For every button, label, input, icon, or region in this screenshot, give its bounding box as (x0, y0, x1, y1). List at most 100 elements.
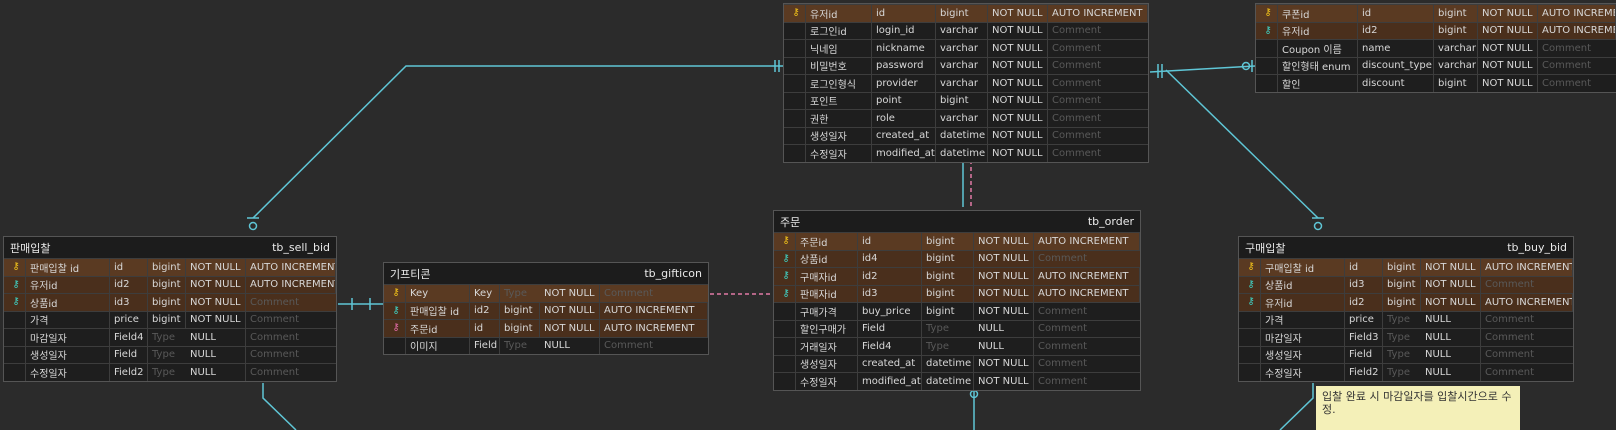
table-row[interactable]: ⚷ 판매입찰 id id bigint NOT NULL AUTO INCREMENT (4, 258, 336, 276)
table-row[interactable]: 생성일자 created_at datetime NOT NULL Comment (774, 354, 1140, 372)
table-user[interactable]: ⚷ 유저id id bigint NOT NULL AUTO INCREMENT 로그인id… (783, 3, 1149, 163)
null-cell: NOT NULL (974, 355, 1034, 372)
physical-name-cell: price (1345, 311, 1383, 328)
null-cell: NOT NULL (540, 320, 600, 337)
table-row[interactable]: 거래일자 Field4 Type NULL Comment (774, 337, 1140, 355)
logical-name-cell: 판매입찰 id (406, 302, 470, 319)
table-row[interactable]: 로그인형식 provider varchar NOT NULL Comment (784, 74, 1148, 92)
type-cell: Type (1387, 349, 1410, 361)
table-row[interactable]: Coupon 이름 name varchar NOT NULL Comment (1256, 39, 1616, 57)
table-row[interactable]: 할인구매가 Field Type NULL Comment (774, 319, 1140, 337)
null-cell: NULL (1421, 346, 1481, 363)
table-row[interactable]: 이미지 Field Type NULL Comment (384, 336, 708, 354)
table-row[interactable]: 할인형태 enum discount_type varchar NOT NULL Com… (1256, 56, 1616, 74)
table-row[interactable]: ⚷ 유저idid2bigintNOT NULLAUTO INCREMENT (4, 275, 336, 293)
key-cell: ⚷ (1256, 5, 1278, 22)
key-cell: ⚷ (1239, 259, 1261, 276)
physical-name-cell: Field4 (110, 329, 148, 346)
table-row[interactable]: ⚷ 상품id id3 bigint NOT NULL Comment (4, 293, 336, 311)
table-row[interactable]: 수정일자 Field2 Type NULL Comment (1239, 363, 1573, 381)
table-row[interactable]: 수정일자 modified_at datetime NOT NULL Comment (774, 372, 1140, 390)
physical-name-cell: id2 (470, 302, 500, 319)
table-row[interactable]: ⚷ 판매자id id3 bigint NOT NULL AUTO INCREMENT (774, 284, 1140, 302)
comment-cell: Comment (1542, 60, 1591, 72)
null-cell: NOT NULL (988, 127, 1048, 144)
table-row[interactable]: 로그인id login_id varchar NOT NULL Comment (784, 21, 1148, 39)
type-cell: varchar (936, 22, 988, 39)
physical-name-cell: modified_at (858, 373, 922, 390)
table-row[interactable]: 닉네임 nickname varchar NOT NULL Comment (784, 39, 1148, 57)
table-row[interactable]: 할인 discount bigint NOT NULL Comment (1256, 74, 1616, 92)
table-row[interactable]: 가격 price Type NULL Comment (1239, 310, 1573, 328)
table-row[interactable]: 비밀번호 password varchar NOT NULL Comment (784, 56, 1148, 74)
comment-cell: Comment (1485, 331, 1534, 343)
table-row[interactable]: ⚷ 유저id id bigint NOT NULL AUTO INCREMENT (784, 4, 1148, 22)
logical-name-cell: 주문id (406, 320, 470, 337)
table-order[interactable]: 주문 tb_order ⚷ 주문id id bigint NOT NULL AUTO IN… (773, 210, 1141, 391)
null-cell: NOT NULL (186, 276, 246, 293)
null-cell: NOT NULL (1478, 40, 1538, 57)
table-sell-bid[interactable]: 판매입찰 tb_sell_bid ⚷ 판매입찰 id id bigint NOT NUL… (3, 236, 337, 382)
table-row[interactable]: 생성일자 Field Type NULL Comment (1239, 345, 1573, 363)
type-cell: bigint (1383, 294, 1421, 311)
table-row[interactable]: 수정일자 Field2 Type NULL Comment (4, 363, 336, 381)
type-cell: bigint (148, 311, 186, 328)
table-row[interactable]: ⚷ 판매입찰 id id2 bigint NOT NULL AUTO INCREMENT (384, 301, 708, 319)
physical-name-cell: id (858, 233, 922, 250)
key-cell (774, 320, 796, 337)
logical-name-cell: 할인형태 enum (1278, 57, 1358, 74)
physical-name-cell: Field (858, 320, 922, 337)
comment-cell: Comment (250, 314, 299, 326)
table-coupon[interactable]: ⚷쿠폰ididbigintNOT NULLAUTO INCREMENT⚷유저id… (1255, 3, 1616, 93)
rel-user-sell-bid (252, 65, 787, 219)
table-row[interactable]: 권한 role varchar NOT NULL Comment (784, 109, 1148, 127)
table-row[interactable]: 마감일자 Field4 Type NULL Comment (4, 328, 336, 346)
table-row[interactable]: ⚷ Key Key Type NOT NULL Comment (384, 284, 708, 302)
type-cell: bigint (500, 320, 540, 337)
table-row[interactable]: 생성일자 created_at datetime NOT NULL Comment (784, 126, 1148, 144)
null-cell: NOT NULL (974, 285, 1034, 302)
table-row[interactable]: ⚷ 상품id id4 bigint NOT NULL Comment (774, 249, 1140, 267)
physical-name-cell: id3 (110, 294, 148, 311)
table-row[interactable]: 수정일자 modified_at datetime NOT NULL Comment (784, 144, 1148, 162)
table-row[interactable]: 마감일자 Field3 Type NULL Comment (1239, 328, 1573, 346)
table-row[interactable]: ⚷ 주문id id bigint NOT NULL AUTO INCREMENT (384, 319, 708, 337)
physical-name-cell: role (872, 110, 936, 127)
table-row[interactable]: ⚷ 유저idid2bigintNOT NULLAUTO INCREMENT (1239, 293, 1573, 311)
table-row[interactable]: ⚷ 주문id id bigint NOT NULL AUTO INCREMENT (774, 232, 1140, 250)
table-gifticon[interactable]: 기프티콘 tb_gifticon ⚷ Key Key Type NOT NULL Comm… (383, 262, 709, 355)
rel-buy-bid-down (1279, 383, 1314, 430)
table-row[interactable]: 가격 price bigint NOT NULL Comment (4, 310, 336, 328)
comment-cell: AUTO INCREMENT (600, 320, 708, 337)
key-cell (774, 373, 796, 390)
logical-name-cell: 생성일자 (796, 355, 858, 372)
key-cell: ⚷ (384, 285, 406, 302)
comment-cell: Comment (1485, 349, 1534, 361)
comment-cell: Comment (1052, 25, 1101, 37)
table-row[interactable]: 생성일자 Field Type NULL Comment (4, 345, 336, 363)
comment-cell: Comment (1038, 253, 1087, 265)
foreign-key-icon: ⚷ (782, 287, 790, 299)
table-row[interactable]: 포인트 point bigint NOT NULL Comment (784, 91, 1148, 109)
memo-note[interactable]: 입찰 완료 시 마감일자를 입찰시간으로 수정. (1316, 386, 1520, 430)
physical-name-cell: Key (470, 285, 500, 302)
logical-name-cell: 할인구매가 (796, 320, 858, 337)
table-row[interactable]: ⚷ 상품id id3 bigint NOT NULL Comment (1239, 275, 1573, 293)
logical-name-cell: 로그인id (806, 22, 872, 39)
table-row[interactable]: ⚷ 구매자id id2 bigint NOT NULL AUTO INCREMENT (774, 267, 1140, 285)
physical-name-cell: password (872, 57, 936, 74)
table-row[interactable]: ⚷ 유저idid2bigintNOT NULLAUTO INCREMENT (1256, 21, 1616, 39)
type-cell: datetime (922, 373, 974, 390)
comment-cell: Comment (1052, 147, 1101, 159)
type-cell: bigint (148, 276, 186, 293)
table-buy-bid[interactable]: 구매입찰 tb_buy_bid ⚷ 구매입찰 id id bigint NOT NULL… (1238, 236, 1574, 382)
table-row[interactable]: ⚷ 구매입찰 id id bigint NOT NULL AUTO INCREMENT (1239, 258, 1573, 276)
null-cell: NOT NULL (988, 22, 1048, 39)
comment-cell: AUTO INCREMENT (246, 259, 336, 276)
table-title: 판매입찰 (10, 241, 51, 255)
logical-name-cell: 생성일자 (1261, 346, 1345, 363)
table-title: 구매입찰 (1245, 241, 1286, 255)
table-row[interactable]: 구매가격 buy_price bigint NOT NULL Comment (774, 302, 1140, 320)
type-cell: datetime (936, 145, 988, 162)
table-row[interactable]: ⚷ 쿠폰ididbigintNOT NULLAUTO INCREMENT (1256, 4, 1616, 22)
